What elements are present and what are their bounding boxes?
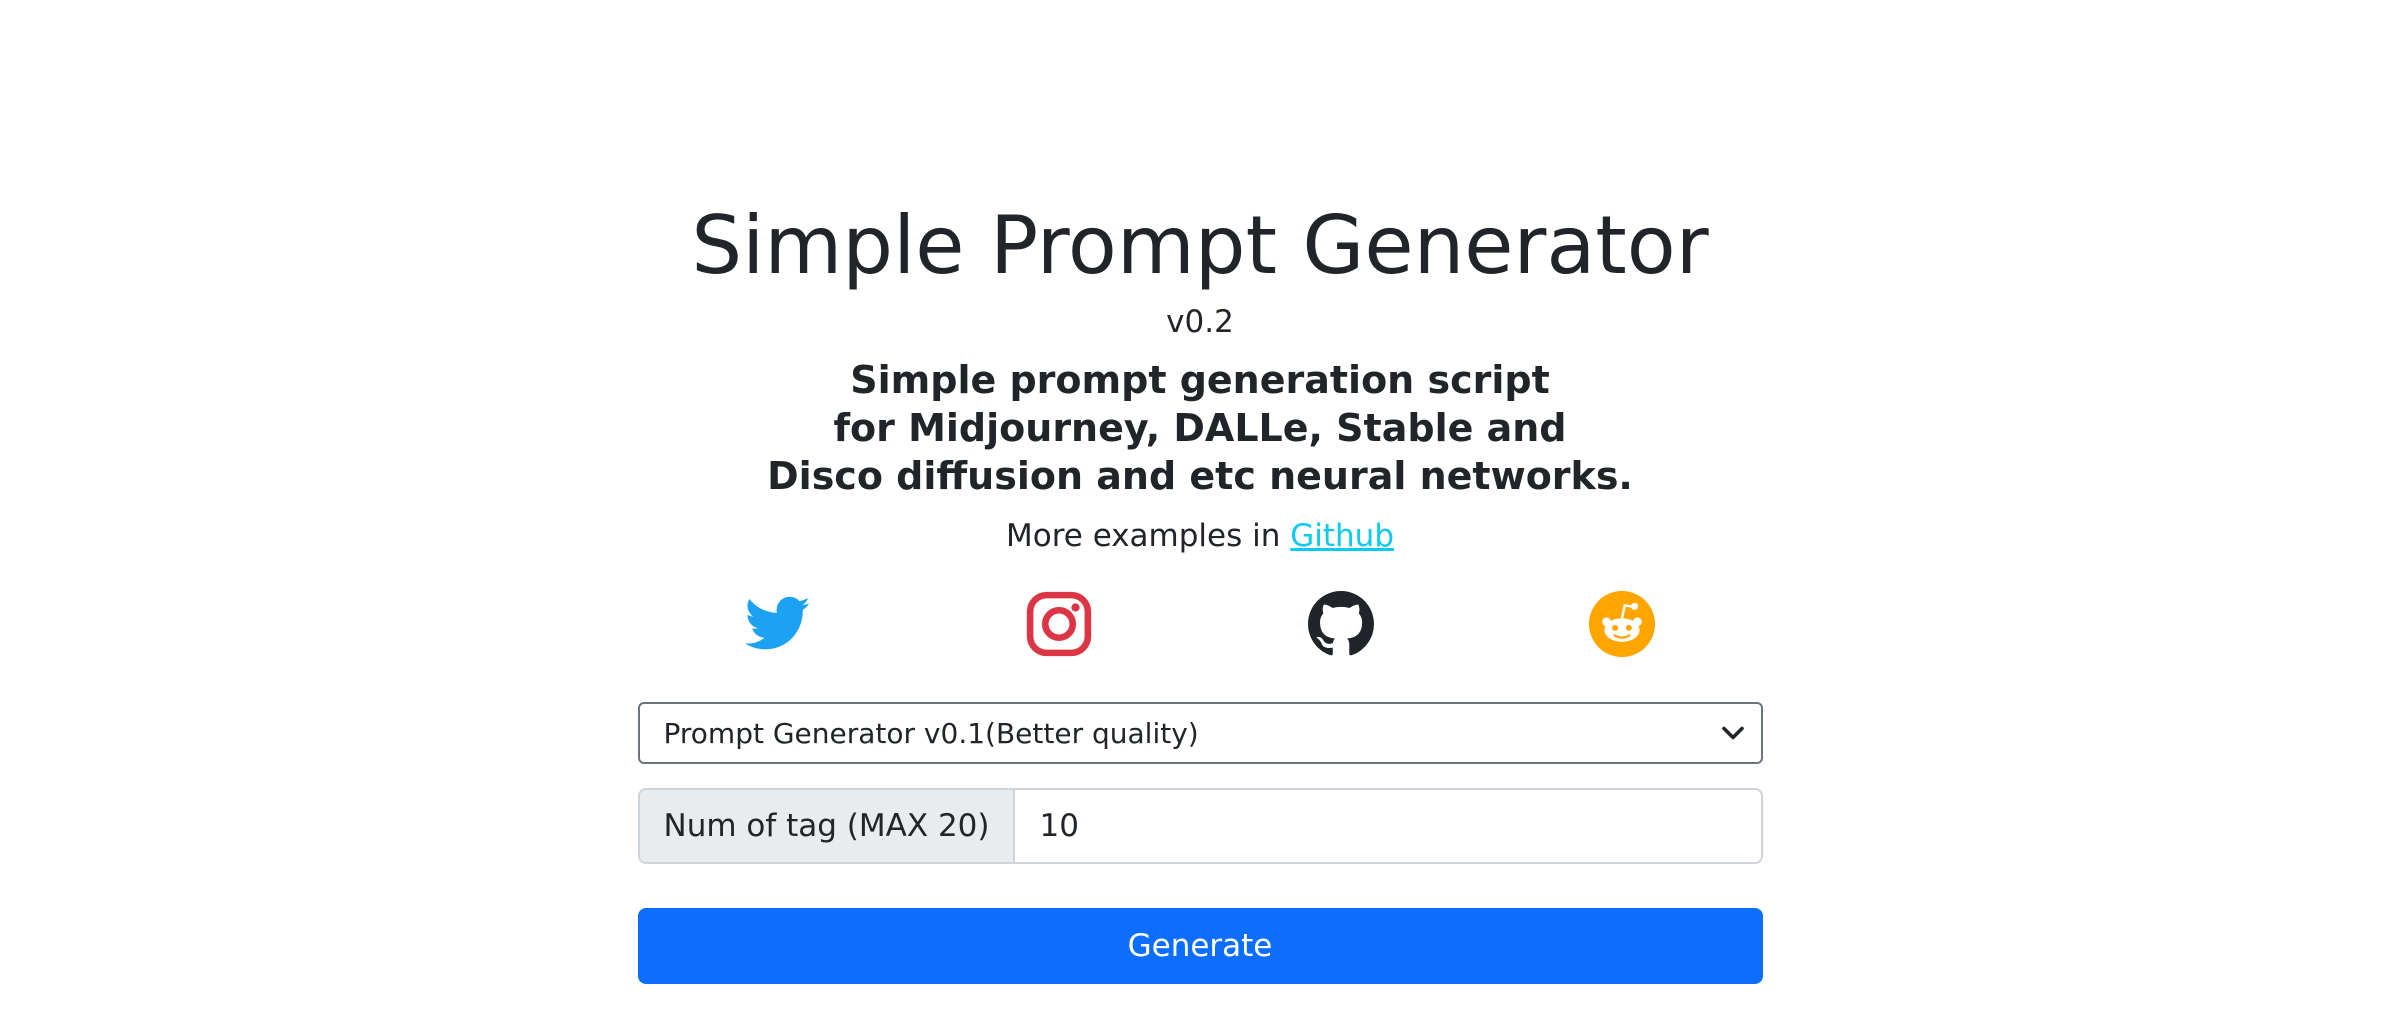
social-links: [638, 590, 1763, 658]
instagram-link[interactable]: [1025, 590, 1093, 658]
github-link[interactable]: Github: [1290, 518, 1394, 554]
version-label: v0.2: [1166, 304, 1234, 340]
subtitle-line: Simple prompt generation script: [850, 358, 1550, 402]
chevron-down-icon: [1721, 726, 1744, 740]
num-tags-label: Num of tag (MAX 20): [639, 790, 1016, 862]
twitter-icon: [745, 596, 811, 650]
num-tags-input[interactable]: 10: [1015, 790, 1761, 862]
generate-button[interactable]: Generate: [637, 908, 1763, 984]
more-examples-prefix: More examples in: [1005, 518, 1291, 554]
generator-select-value: Prompt Generator v0.1(Better quality): [663, 716, 1199, 750]
twitter-link[interactable]: [744, 590, 812, 658]
subtitle-line: Disco diffusion and etc neural networks.: [767, 454, 1633, 498]
page-subtitle: Simple prompt generation script for Midj…: [638, 356, 1763, 500]
subtitle-line: for Midjourney, DALLe, Stable and: [833, 406, 1567, 450]
generator-select[interactable]: Prompt Generator v0.1(Better quality): [637, 702, 1763, 764]
reddit-link[interactable]: [1588, 590, 1656, 658]
github-icon: [1307, 591, 1374, 656]
more-examples-text: More examples in Github: [638, 516, 1763, 556]
num-tags-group: Num of tag (MAX 20) 10: [637, 788, 1763, 864]
page-title: Simple Prompt Generator: [691, 199, 1709, 292]
instagram-icon: [1027, 591, 1092, 657]
reddit-icon: [1588, 591, 1655, 657]
github-social-link[interactable]: [1307, 590, 1375, 658]
main-container: Simple Prompt Generator v0.2 Simple prom…: [637, 0, 1763, 984]
